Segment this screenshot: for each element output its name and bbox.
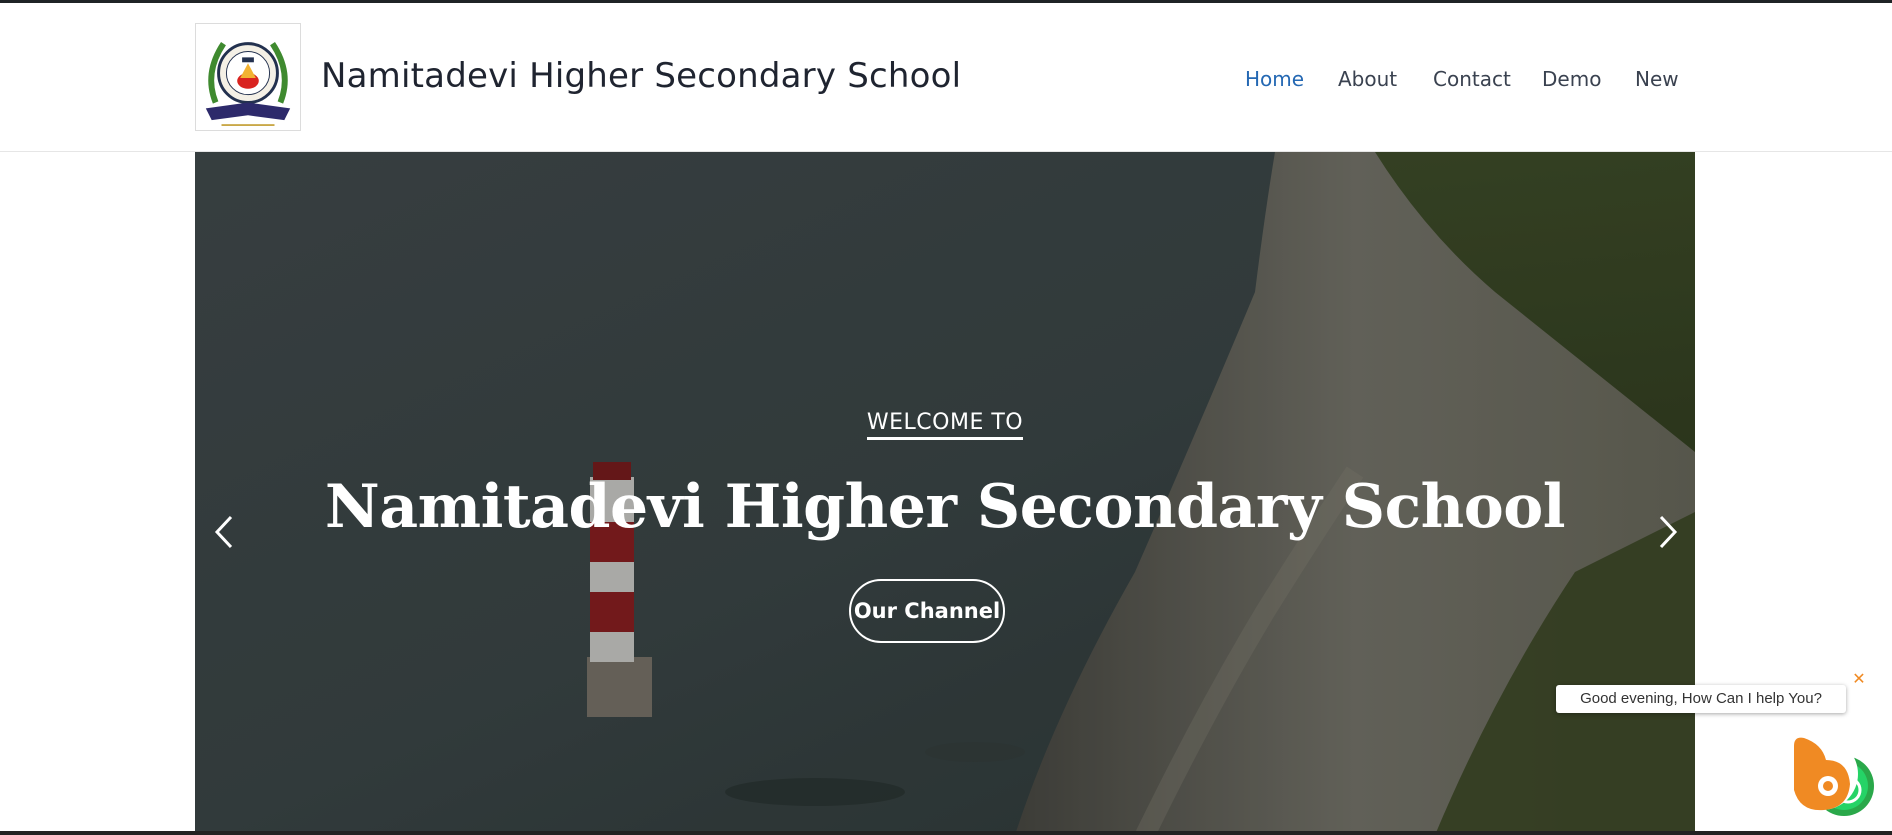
chat-close-button[interactable]: ✕	[1850, 671, 1868, 689]
bottom-border	[0, 831, 1892, 835]
nav-contact[interactable]: Contact	[1433, 67, 1511, 91]
hero-title: Namitadevi Higher Secondary School	[324, 472, 1566, 542]
nav-demo[interactable]: Demo	[1542, 67, 1601, 91]
carousel-next-button[interactable]	[1653, 507, 1683, 557]
hero-welcome: WELCOME TO	[195, 410, 1695, 440]
chat-widget-button[interactable]	[1782, 730, 1878, 826]
site-header: Namitadevi Higher Secondary School Home …	[0, 3, 1892, 152]
carousel-prev-button[interactable]	[209, 507, 239, 557]
nav-new[interactable]: New	[1635, 67, 1679, 91]
chatbot-icon	[1786, 737, 1874, 816]
hero-welcome-text: WELCOME TO	[866, 410, 1024, 440]
main-nav: Home About Contact Demo New	[0, 67, 1892, 97]
chevron-left-icon	[214, 515, 233, 549]
chevron-right-icon	[1659, 515, 1678, 549]
nav-about[interactable]: About	[1338, 67, 1397, 91]
our-channel-button[interactable]: Our Channel	[849, 579, 1005, 643]
hero-carousel: WELCOME TO Namitadevi Higher Secondary S…	[195, 152, 1695, 835]
nav-home[interactable]: Home	[1245, 67, 1304, 91]
chat-greeting-bubble[interactable]: Good evening, How Can I help You?	[1556, 685, 1846, 713]
